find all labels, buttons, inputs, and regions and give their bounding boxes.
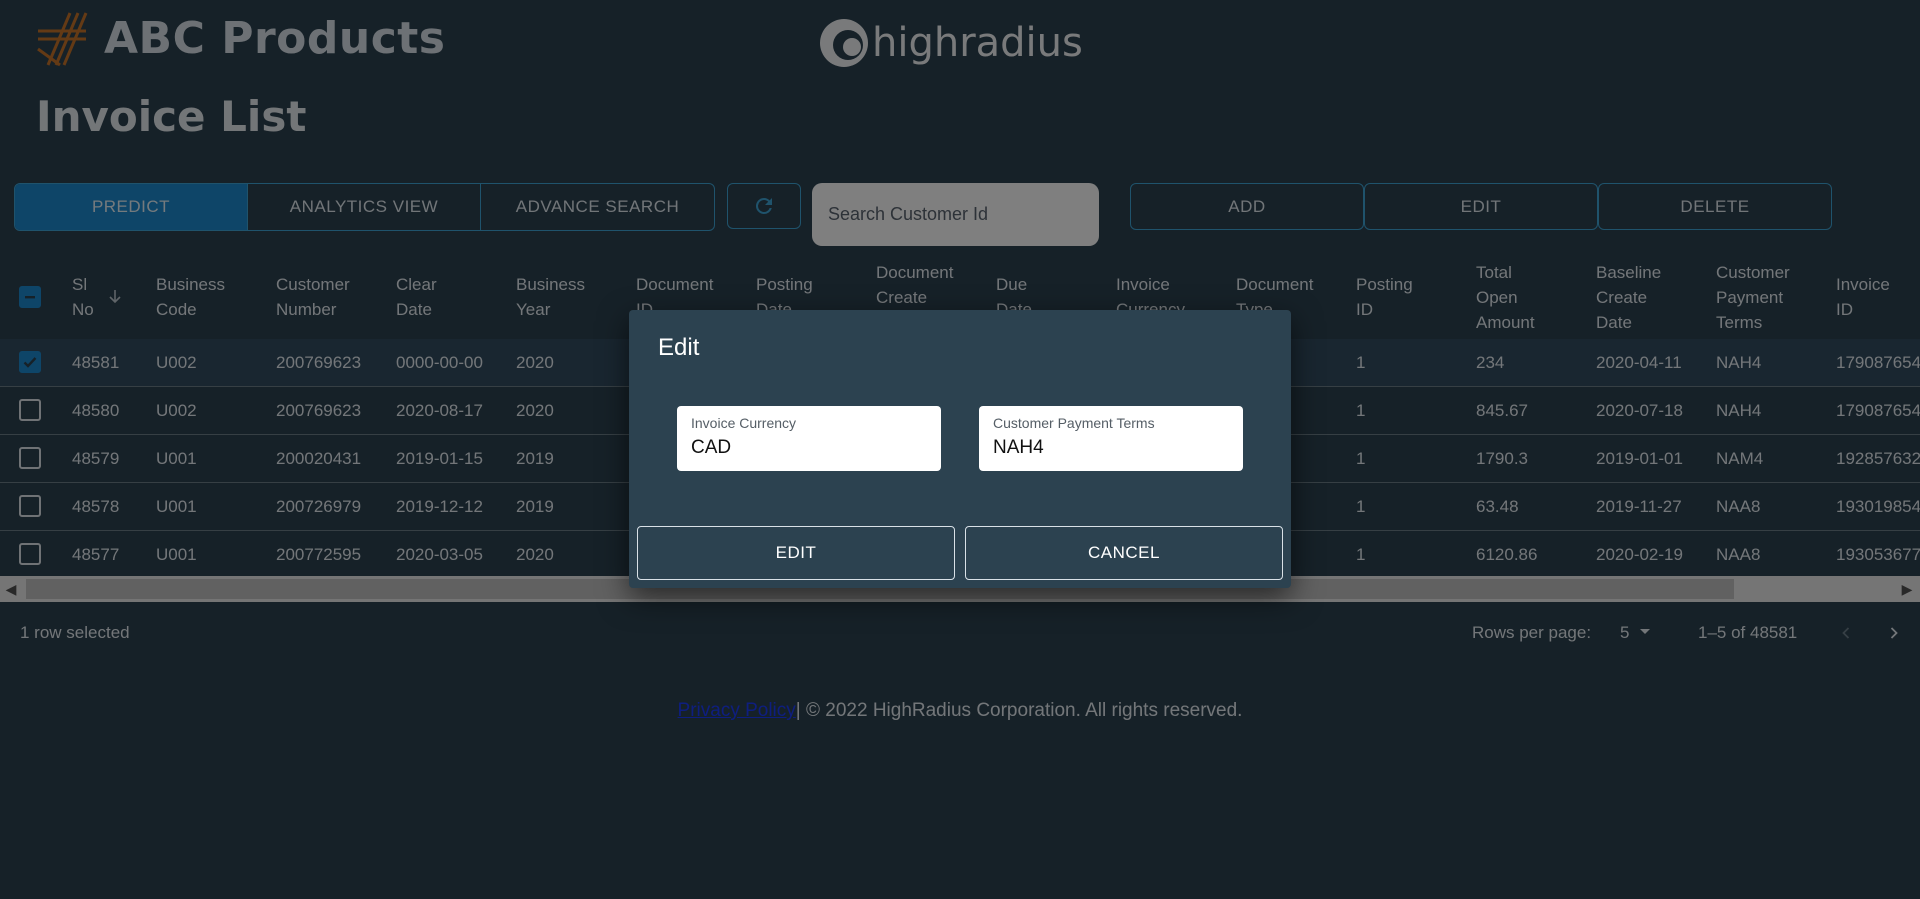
invoice-currency-input[interactable]: [691, 437, 927, 459]
invoice-currency-field[interactable]: Invoice Currency: [677, 406, 941, 471]
payment-terms-label: Customer Payment Terms: [993, 415, 1155, 431]
payment-terms-input[interactable]: [993, 437, 1229, 459]
dialog-cancel-button[interactable]: CANCEL: [965, 526, 1283, 580]
edit-dialog: Edit Invoice Currency Customer Payment T…: [629, 310, 1291, 588]
payment-terms-field[interactable]: Customer Payment Terms: [979, 406, 1243, 471]
dialog-edit-button[interactable]: EDIT: [637, 526, 955, 580]
invoice-currency-label: Invoice Currency: [691, 415, 797, 431]
dialog-title: Edit: [658, 334, 700, 361]
